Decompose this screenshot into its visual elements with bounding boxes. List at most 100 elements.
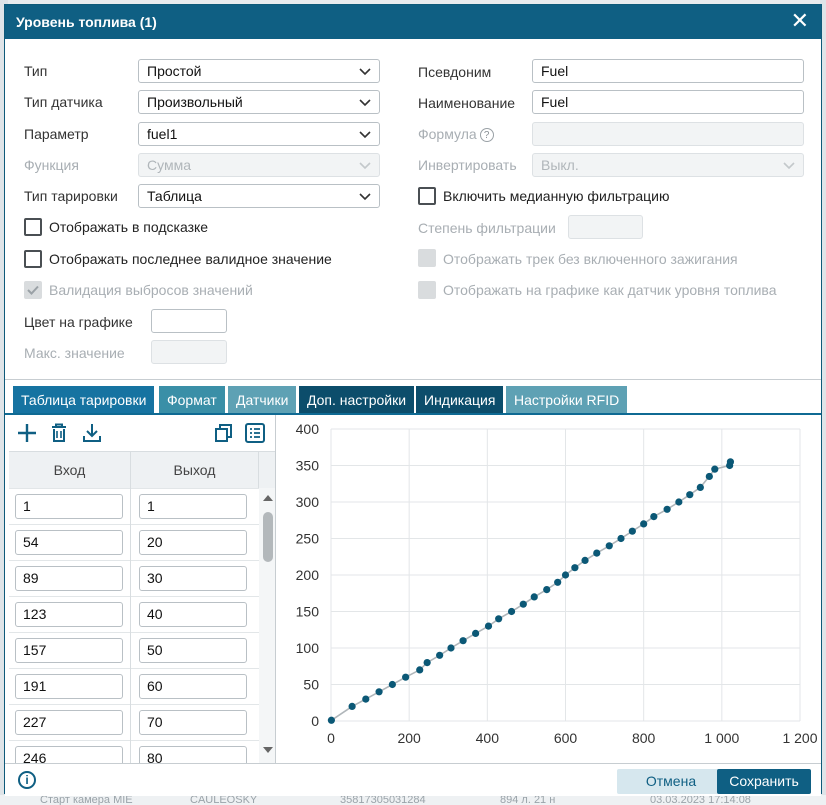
- chevron-down-icon: [783, 162, 795, 170]
- data-point: [388, 680, 396, 689]
- last-valid-checkbox[interactable]: [24, 250, 42, 268]
- invert-select: Выкл.: [532, 153, 804, 177]
- table-row: 157 50: [9, 632, 259, 668]
- data-point: [362, 695, 370, 703]
- data-point: [423, 659, 431, 667]
- input-value-field[interactable]: 227: [15, 710, 123, 735]
- median-checkbox[interactable]: [418, 187, 436, 205]
- tab-format[interactable]: Формат: [159, 386, 225, 414]
- data-point: [436, 651, 444, 659]
- input-value-field[interactable]: 54: [15, 530, 123, 555]
- table-row: 227 70: [9, 704, 259, 740]
- column-header-output: Выход: [131, 452, 259, 488]
- name-input[interactable]: Fuel: [532, 90, 804, 114]
- download-icon[interactable]: [81, 422, 103, 444]
- data-point: [617, 534, 625, 543]
- data-point: [375, 688, 383, 696]
- output-value-field[interactable]: 30: [139, 566, 247, 591]
- input-value-field[interactable]: 191: [15, 674, 123, 699]
- save-button[interactable]: Сохранить: [717, 769, 811, 794]
- color-picker[interactable]: [151, 309, 227, 333]
- input-value-field[interactable]: 123: [15, 602, 123, 627]
- data-point: [571, 564, 579, 572]
- tab-extra-settings[interactable]: Доп. настройки: [299, 386, 415, 414]
- formula-input: [532, 122, 804, 146]
- data-point: [484, 622, 493, 630]
- tooltip-checkbox[interactable]: [24, 218, 42, 236]
- output-value-field[interactable]: 60: [139, 674, 247, 699]
- data-point: [628, 527, 636, 535]
- invert-label: Инвертировать: [418, 157, 517, 173]
- chevron-down-icon: [359, 193, 371, 201]
- last-valid-label: Отображать последнее валидное значение: [49, 251, 332, 267]
- output-value-field[interactable]: 40: [139, 602, 247, 627]
- data-point: [472, 629, 480, 637]
- info-icon[interactable]: i: [18, 771, 36, 789]
- data-point: [705, 472, 713, 481]
- tab-calibration-table[interactable]: Таблица тарировки: [13, 386, 155, 414]
- tab-rfid-settings[interactable]: Настройки RFID: [506, 386, 628, 414]
- max-label: Макс. значение: [24, 345, 125, 361]
- column-divider: [130, 488, 131, 766]
- alias-input[interactable]: Fuel: [532, 59, 804, 83]
- input-value-field[interactable]: 157: [15, 638, 123, 663]
- background-cell: 03.03.2023 17:14:08: [650, 795, 751, 805]
- list-view-icon[interactable]: [244, 422, 266, 444]
- data-point: [459, 637, 467, 645]
- function-label: Функция: [24, 157, 79, 173]
- param-label: Параметр: [24, 126, 89, 142]
- data-point: [561, 571, 570, 579]
- type-value: Простой: [147, 63, 202, 79]
- tab-bar: Таблица тарировки Формат Датчики Доп. на…: [5, 379, 821, 414]
- background-cell: 894 л. 21 н: [500, 795, 556, 805]
- data-point: [663, 505, 671, 513]
- calib-type-value: Таблица: [147, 188, 202, 204]
- background-cell: 35817305031284: [340, 795, 426, 805]
- data-point: [507, 607, 516, 616]
- data-point: [543, 586, 551, 594]
- add-icon[interactable]: [16, 422, 38, 444]
- scroll-down-icon[interactable]: [262, 746, 274, 754]
- calib-type-select[interactable]: Таблица: [138, 184, 380, 208]
- scroll-up-icon[interactable]: [262, 494, 274, 502]
- chart-svg: 0 200 400 600 800 1 000 1 200 0 50 100 150 200 250 30…: [296, 421, 818, 746]
- input-value-field[interactable]: 1: [15, 494, 123, 519]
- cancel-button[interactable]: Отмена: [617, 769, 725, 794]
- tab-indication[interactable]: Индикация: [416, 386, 504, 414]
- close-icon[interactable]: ✕: [791, 10, 809, 32]
- y-tick-label: 100: [296, 640, 320, 656]
- tab-sensors[interactable]: Датчики: [228, 386, 297, 414]
- copy-icon[interactable]: [213, 422, 235, 444]
- data-point: [495, 615, 503, 623]
- table-scrollbar[interactable]: [259, 488, 275, 766]
- output-value-field[interactable]: 20: [139, 530, 247, 555]
- formula-label-text: Формула: [418, 126, 477, 142]
- data-point: [605, 542, 613, 550]
- input-value-field[interactable]: 89: [15, 566, 123, 591]
- param-select[interactable]: fuel1: [138, 122, 380, 146]
- chevron-down-icon: [359, 68, 371, 76]
- table-row: 123 40: [9, 596, 259, 632]
- data-point: [711, 465, 719, 473]
- y-tick-label: 150: [296, 604, 320, 620]
- param-value: fuel1: [147, 126, 178, 142]
- x-tick-label: 600: [554, 730, 578, 746]
- table-row: 11: [9, 488, 259, 524]
- x-tick-label: 1 000: [704, 730, 739, 746]
- sensor-type-select[interactable]: Произвольный: [138, 90, 380, 114]
- show-on-chart-label: Отображать на графике как датчик уровня …: [443, 282, 777, 298]
- calib-type-label: Тип тарировки: [24, 188, 118, 204]
- y-tick-label: 400: [296, 421, 320, 437]
- trash-icon[interactable]: [48, 422, 70, 444]
- output-value-field[interactable]: 50: [139, 638, 247, 663]
- sensor-type-value: Произвольный: [147, 94, 243, 110]
- scrollbar-thumb[interactable]: [263, 512, 273, 562]
- dialog-footer: i Отмена Сохранить: [5, 763, 821, 796]
- output-value-field[interactable]: 1: [139, 494, 247, 519]
- help-icon[interactable]: ?: [479, 128, 494, 142]
- chevron-down-icon: [359, 162, 371, 170]
- output-value-field[interactable]: 70: [139, 710, 247, 735]
- y-tick-label: 0: [311, 713, 319, 729]
- type-select[interactable]: Простой: [138, 59, 380, 83]
- y-tick-label: 250: [296, 531, 320, 547]
